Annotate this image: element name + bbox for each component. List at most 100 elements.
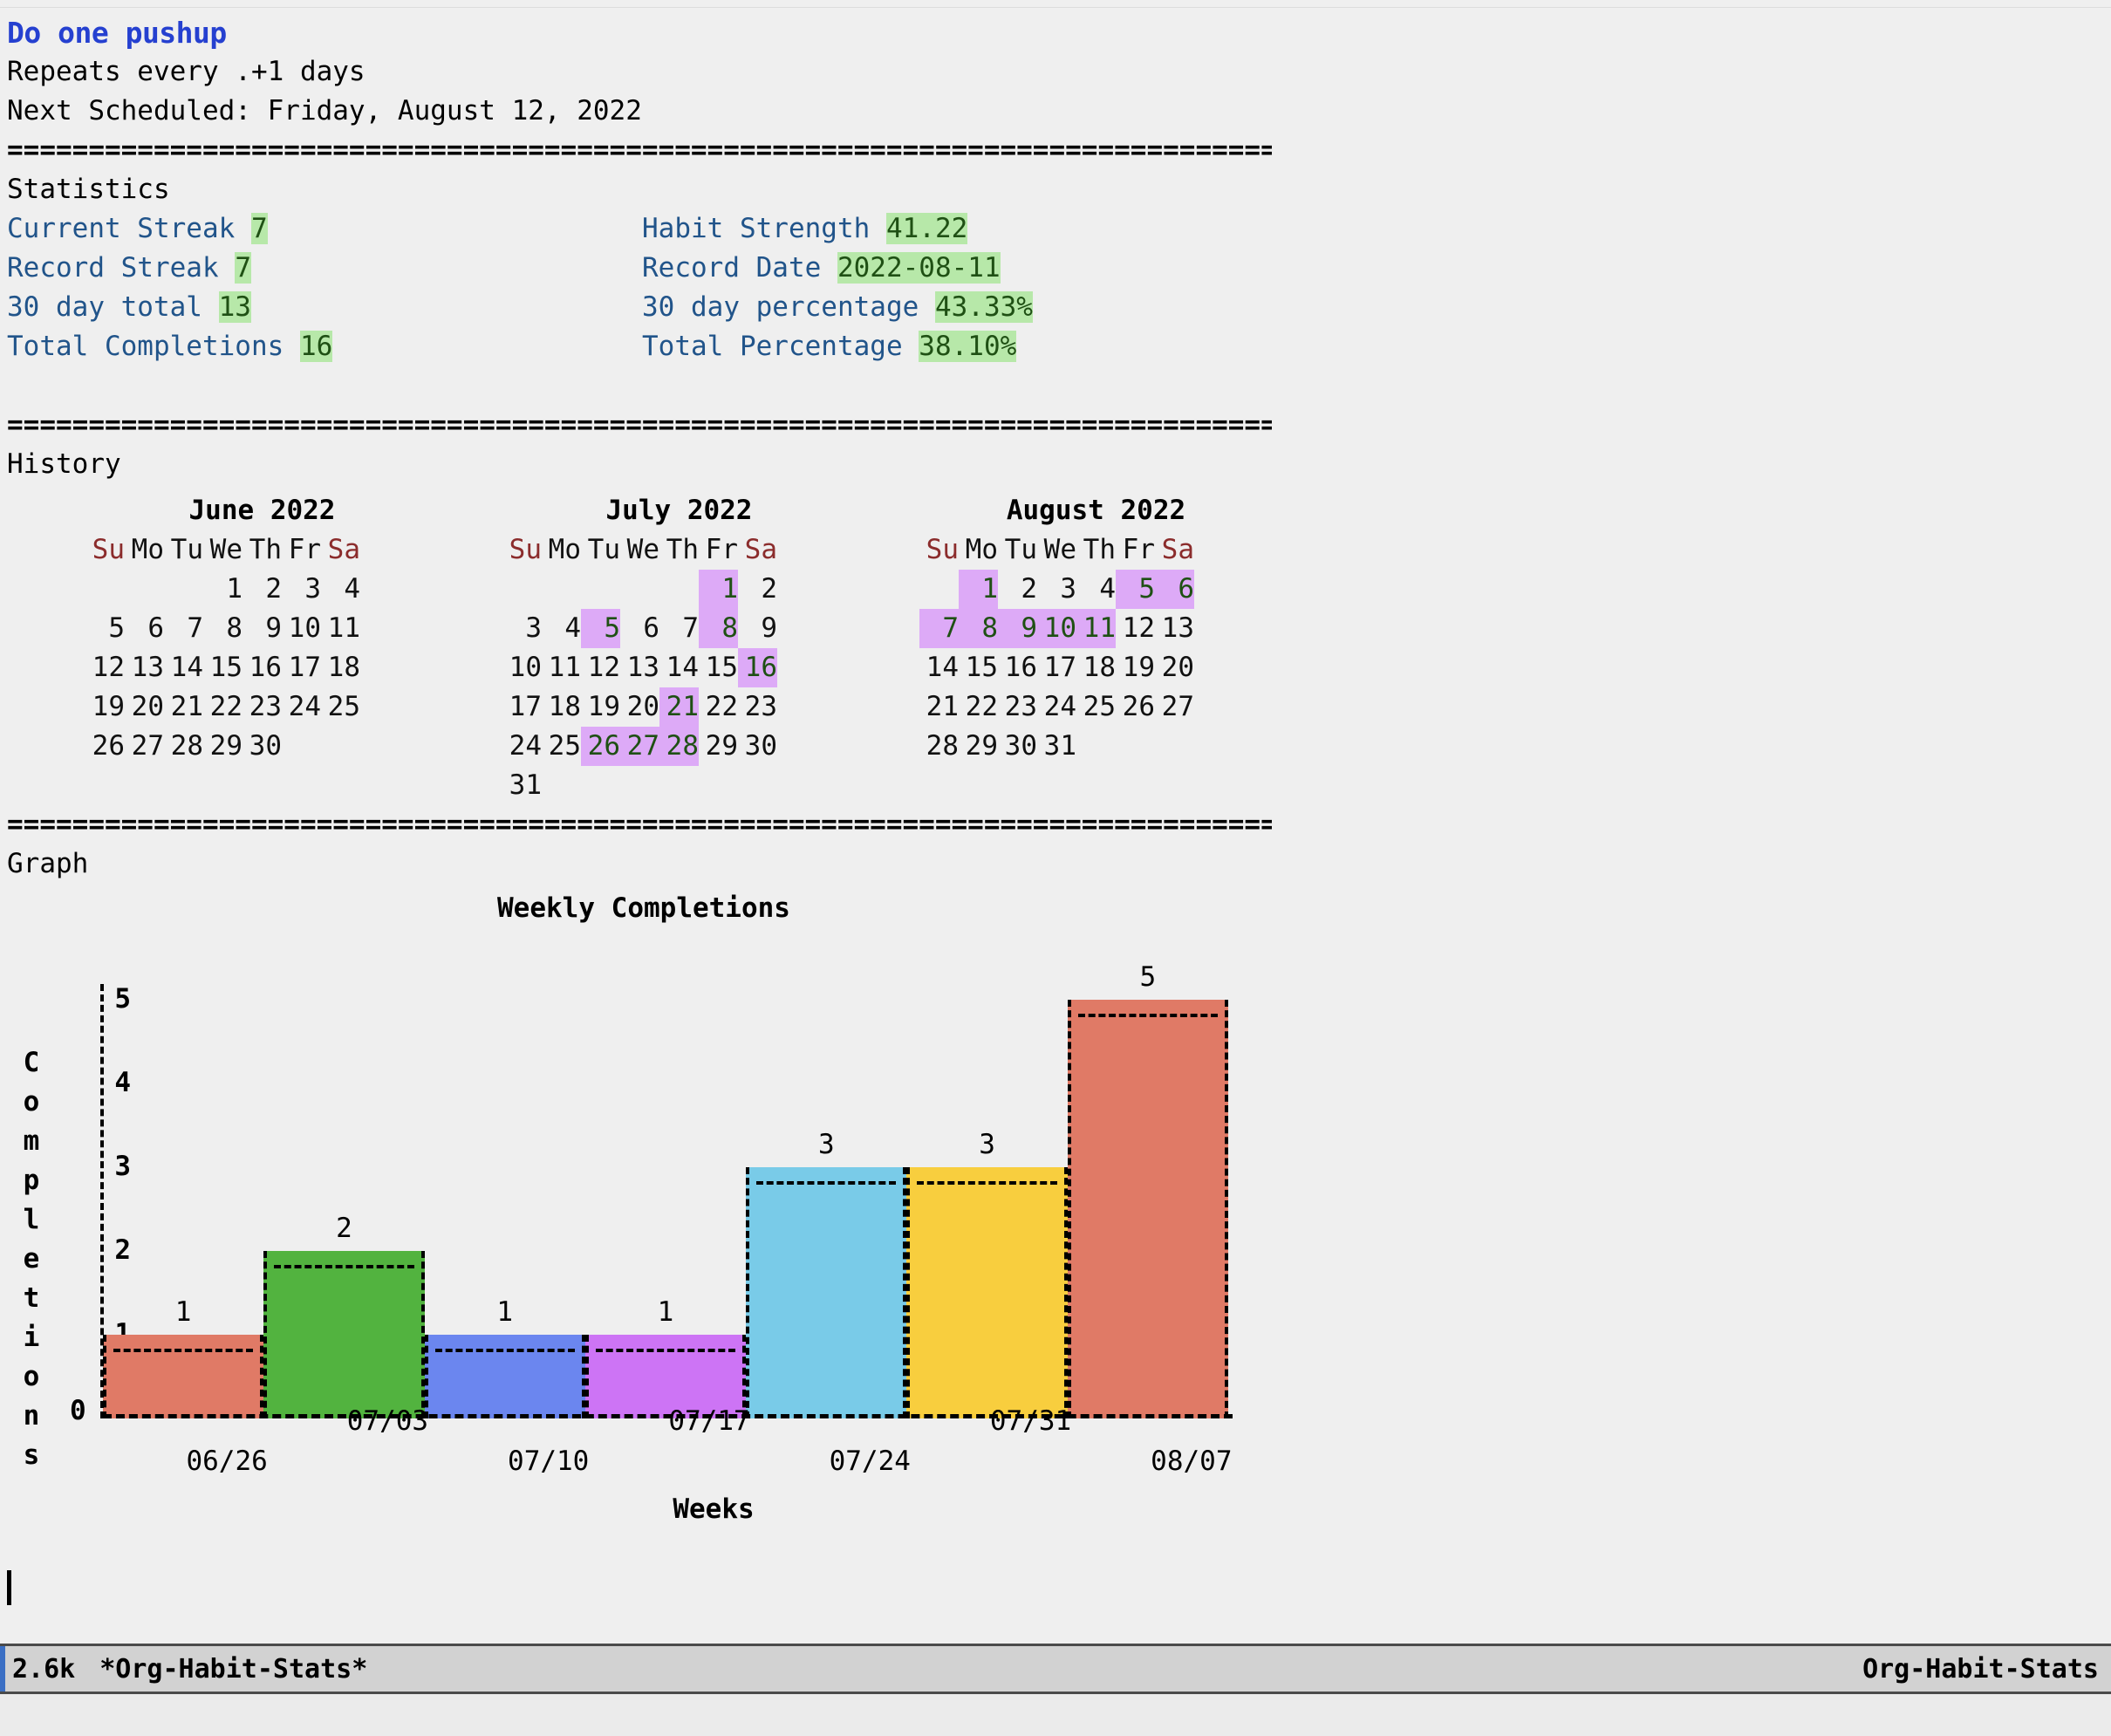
calendar-day: 4	[1076, 570, 1116, 609]
calendar-day: 26	[1116, 687, 1155, 727]
calendar-day-completed: 28	[659, 727, 699, 766]
calendar-dow-we: We	[620, 530, 659, 570]
text-cursor	[7, 1570, 11, 1605]
calendar-day: 8	[203, 609, 243, 648]
calendar-day-of-week-row: SuMoTuWeThFrSa	[919, 530, 1336, 570]
calendar-day: 9	[738, 609, 777, 648]
calendar-day-empty: ··	[738, 766, 777, 805]
chart-y-axis-title: C o m p l e t i o n s	[14, 1043, 49, 1475]
calendar-month: July 2022SuMoTuWeThFrSa··········1234567…	[502, 491, 919, 805]
calendar-month-title: July 2022	[502, 491, 856, 530]
calendar-day: 12	[85, 648, 125, 687]
calendar-day: 6	[620, 609, 659, 648]
chart-x-tick-label: 07/03	[318, 1402, 457, 1441]
calendar-week-row: 10111213141516	[502, 648, 919, 687]
calendar-day-completed: 21	[659, 687, 699, 727]
calendar-day-completed: 27	[620, 727, 659, 766]
chart-bar-top-dash	[1078, 1014, 1218, 1017]
calendar-dow-fr: Fr	[699, 530, 738, 570]
calendar-dow-fr: Fr	[1116, 530, 1155, 570]
calendar-day: 11	[321, 609, 360, 648]
calendar-week-row: 17181920212223	[502, 687, 919, 727]
calendar-day: 15	[203, 648, 243, 687]
chart-x-tick-label: 07/31	[961, 1402, 1101, 1441]
calendar-day: 25	[542, 727, 581, 766]
calendar-day-completed: 9	[998, 609, 1037, 648]
calendar-day-completed: 6	[1155, 570, 1194, 609]
calendar-dow-th: Th	[659, 530, 699, 570]
calendar-dow-sa: Sa	[321, 530, 360, 570]
buffer-content: Do one pushup Repeats every .+1 days Nex…	[0, 8, 2111, 1506]
calendar-day-empty: ··	[1116, 727, 1155, 766]
calendar-week-row: 2627282930····	[85, 727, 502, 766]
calendar-day: 29	[203, 727, 243, 766]
calendar-day-empty: ··	[1076, 727, 1116, 766]
calendar-day: 7	[659, 609, 699, 648]
calendar-day: 30	[998, 727, 1037, 766]
chart-bar-value-label: 3	[910, 1125, 1063, 1165]
calendar-day-empty: ··	[659, 766, 699, 805]
calendar-day: 19	[1116, 648, 1155, 687]
chart-bar-value-label: 1	[589, 1293, 742, 1332]
calendar-day: 31	[1037, 727, 1076, 766]
calendar-week-row: ··········12	[502, 570, 919, 609]
calendar-day: 26	[85, 727, 125, 766]
chart-bar-value-label: 1	[106, 1293, 260, 1332]
calendar-day: 14	[164, 648, 203, 687]
calendar-week-row: 14151617181920	[919, 648, 1336, 687]
calendar-dow-we: We	[203, 530, 243, 570]
calendar-day-empty: ··	[282, 727, 321, 766]
stat-row: Record Streak 7 Record Date 2022-08-11	[7, 249, 2111, 288]
chart-bar-value-label: 1	[428, 1293, 582, 1332]
calendar-day-completed: 5	[1116, 570, 1155, 609]
chart-bar: 3	[906, 1167, 1067, 1418]
calendar-dow-su: Su	[919, 530, 959, 570]
calendar-day-empty: ··	[919, 570, 959, 609]
chart-bar-top-dash	[274, 1265, 413, 1268]
stat-key-record-streak: Record Streak	[7, 252, 219, 284]
calendar-dow-mo: Mo	[542, 530, 581, 570]
spacer	[7, 366, 2111, 406]
calendar-day: 7	[164, 609, 203, 648]
calendar-dow-tu: Tu	[164, 530, 203, 570]
calendar-day: 13	[620, 648, 659, 687]
calendar-month-title: June 2022	[85, 491, 439, 530]
calendar-day: 10	[502, 648, 542, 687]
calendar-day: 23	[998, 687, 1037, 727]
stat-key-current-streak: Current Streak	[7, 213, 235, 244]
calendar-day-completed: 8	[959, 609, 998, 648]
chart-bar-value-label: 2	[267, 1209, 420, 1248]
stat-value-record-streak: 7	[235, 252, 251, 284]
calendar-week-row: 19202122232425	[85, 687, 502, 727]
calendar-day: 12	[581, 648, 620, 687]
chart-bar-top-dash	[596, 1349, 735, 1352]
calendar-day: 18	[1076, 648, 1116, 687]
stat-value-record-date: 2022-08-11	[837, 252, 1001, 284]
emacs-modeline[interactable]: 2.6k *Org-Habit-Stats* Org-Habit-Stats	[0, 1644, 2111, 1694]
calendar-dow-su: Su	[502, 530, 542, 570]
calendar-day: 28	[164, 727, 203, 766]
calendar-day-empty: ··	[542, 766, 581, 805]
calendar-day: 17	[1037, 648, 1076, 687]
chart-x-tick-label: 07/17	[639, 1402, 779, 1441]
chart-title: Weekly Completions	[7, 889, 1281, 928]
calendar-day: 29	[959, 727, 998, 766]
calendar-month-title: August 2022	[919, 491, 1273, 530]
calendar-week-row: 3456789	[502, 609, 919, 648]
calendar-day: 29	[699, 727, 738, 766]
chart-bar-top-dash	[756, 1181, 896, 1185]
calendar-day-empty: ··	[85, 570, 125, 609]
calendar-day-completed: 8	[699, 609, 738, 648]
calendar-day: 14	[659, 648, 699, 687]
calendar-day: 25	[1076, 687, 1116, 727]
calendar-day: 30	[243, 727, 282, 766]
calendar-day-completed: 11	[1076, 609, 1116, 648]
calendar-dow-sa: Sa	[1155, 530, 1194, 570]
calendar-day: 21	[919, 687, 959, 727]
chart-x-tick-label: 08/07	[1122, 1442, 1261, 1481]
calendar-day: 27	[125, 727, 164, 766]
calendar-week-row: 12131415161718	[85, 648, 502, 687]
calendar-day: 10	[282, 609, 321, 648]
stat-value-30-day-percentage: 43.33%	[935, 291, 1033, 323]
habit-repeat-rule: Repeats every .+1 days	[7, 52, 2111, 92]
